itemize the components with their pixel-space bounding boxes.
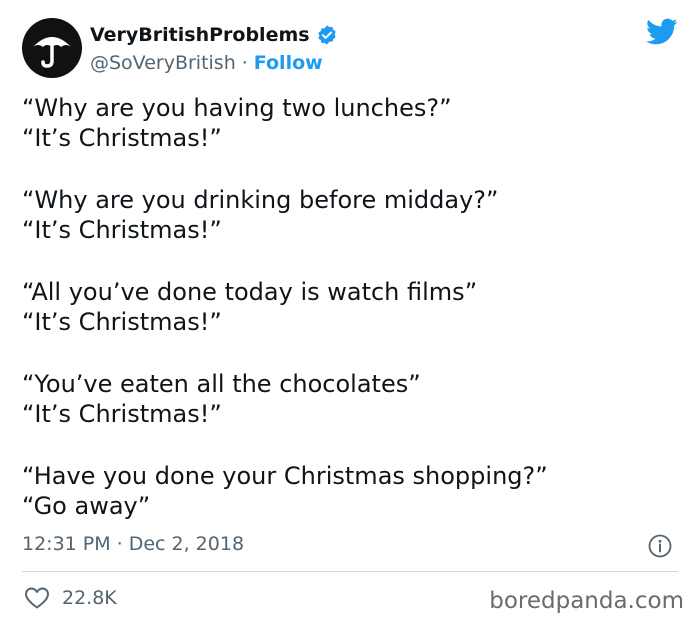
avatar[interactable] [22, 18, 82, 78]
name-row: VeryBritishProblems [90, 22, 338, 48]
tweet-time: 12:31 PM [22, 533, 111, 555]
like-button[interactable]: 22.8K [24, 586, 117, 610]
author-display-name[interactable]: VeryBritishProblems [90, 24, 310, 46]
tweet-date: Dec 2, 2018 [128, 533, 245, 555]
tweet-timestamp[interactable]: 12:31 PM · Dec 2, 2018 [22, 533, 244, 555]
like-count: 22.8K [62, 587, 117, 609]
umbrella-icon [33, 37, 71, 68]
twitter-bird-icon[interactable] [646, 18, 678, 46]
timestamp-separator: · [116, 533, 123, 555]
tweet-paragraph: “All you’ve done today is watch films” “… [22, 277, 682, 337]
author-handle[interactable]: @SoVeryBritish [90, 52, 236, 74]
info-icon[interactable] [648, 534, 672, 558]
follow-button[interactable]: Follow [254, 52, 323, 74]
heart-icon [25, 587, 49, 609]
tweet-paragraph: “Have you done your Christmas shopping?”… [22, 461, 682, 521]
tweet-paragraph: “Why are you drinking before midday?” “I… [22, 185, 682, 245]
tweet-line: “Why are you having two lunches?” [22, 94, 452, 122]
author-info: VeryBritishProblems @SoVeryBritish · Fol… [90, 22, 338, 76]
tweet-line: “Go away” [22, 492, 151, 520]
tweet-line: “All you’ve done today is watch films” [22, 278, 478, 306]
divider [22, 571, 678, 572]
tweet-line: “It’s Christmas!” [22, 400, 222, 428]
watermark: boredpanda.com [489, 588, 684, 614]
tweet-line: “Why are you drinking before midday?” [22, 186, 499, 214]
tweet-line: “Have you done your Christmas shopping?” [22, 462, 548, 490]
verified-badge-icon [316, 24, 338, 46]
tweet-line: “It’s Christmas!” [22, 308, 222, 336]
tweet-paragraph: “You’ve eaten all the chocolates” “It’s … [22, 369, 682, 429]
tweet-card: VeryBritishProblems @SoVeryBritish · Fol… [0, 0, 700, 624]
tweet-paragraph: “Why are you having two lunches?” “It’s … [22, 93, 682, 153]
handle-separator: · [241, 52, 248, 74]
tweet-text: “Why are you having two lunches?” “It’s … [22, 93, 682, 553]
tweet-line: “It’s Christmas!” [22, 216, 222, 244]
tweet-line: “You’ve eaten all the chocolates” [22, 370, 421, 398]
tweet-line: “It’s Christmas!” [22, 124, 222, 152]
handle-row: @SoVeryBritish · Follow [90, 50, 338, 76]
